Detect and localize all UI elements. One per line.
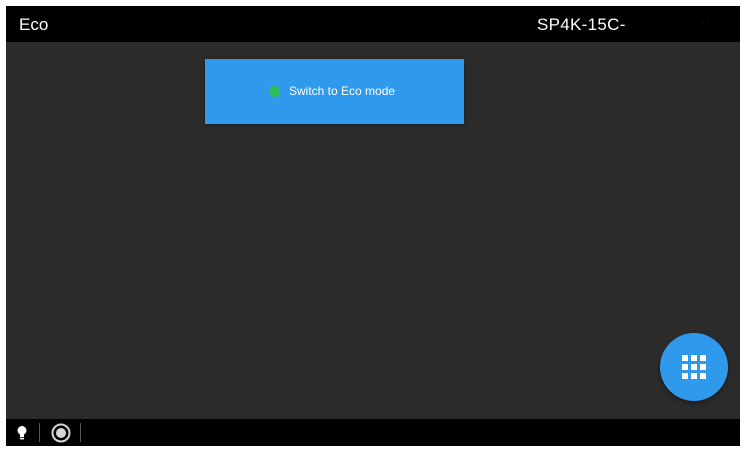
grid-menu-icon: [682, 355, 706, 379]
switch-to-eco-mode-button[interactable]: Switch to Eco mode: [205, 59, 464, 124]
record-icon[interactable]: [51, 423, 71, 446]
app-screen: Eco SP4K-15C- · · Switch to Eco mode: [6, 6, 740, 446]
menu-fab-button[interactable]: [660, 333, 728, 401]
page-title: Eco: [19, 15, 49, 34]
status-indicator-icon: [269, 86, 280, 97]
eco-button-label: Switch to Eco mode: [289, 84, 396, 98]
lightbulb-icon[interactable]: [16, 425, 28, 446]
header-faint-text: · ·: [701, 18, 710, 28]
top-bar: Eco SP4K-15C- · ·: [6, 6, 740, 42]
bottom-bar: [6, 419, 740, 446]
divider: [39, 423, 40, 442]
device-name: SP4K-15C-: [537, 15, 626, 34]
divider: [80, 423, 81, 442]
